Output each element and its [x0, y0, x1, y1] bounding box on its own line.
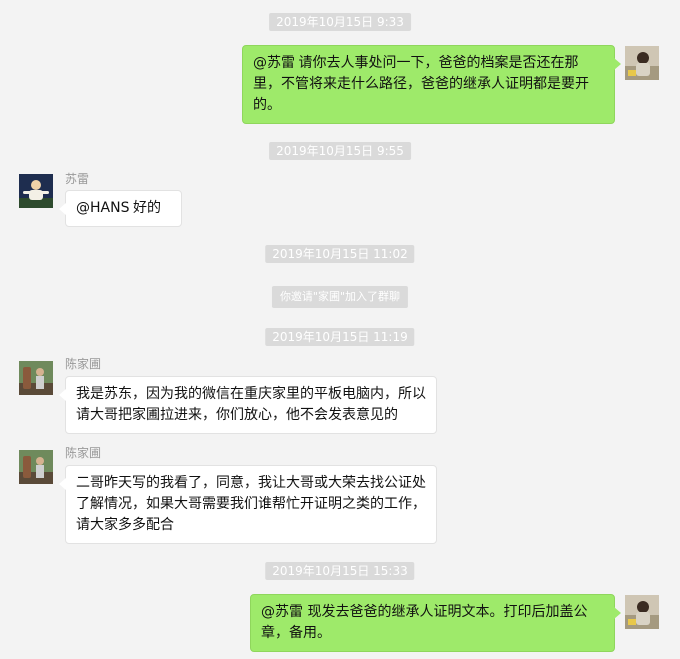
sender-name: 陈家圃	[65, 357, 102, 371]
message-bubble-outgoing[interactable]: @苏雷 请你去人事处问一下，爸爸的档案是否还在那里，不管将来走什么路径，爸爸的继…	[242, 45, 621, 124]
sender-avatar-sulei[interactable]	[19, 174, 53, 208]
message-bubble-incoming[interactable]: @HANS 好的	[59, 190, 182, 227]
timestamp: 2019年10月15日 15:33	[265, 562, 415, 580]
cartoon-figure-icon	[19, 174, 53, 208]
sender-avatar-chenjiapu[interactable]	[19, 361, 53, 395]
person-photo-icon	[625, 595, 659, 629]
my-avatar[interactable]	[625, 595, 659, 629]
sender-name: 陈家圃	[65, 446, 102, 460]
person-photo-icon	[19, 361, 53, 395]
message-bubble-outgoing[interactable]: @苏雷 现发去爸爸的继承人证明文本。打印后加盖公章，备用。	[250, 594, 621, 652]
timestamp: 2019年10月15日 9:55	[269, 142, 411, 160]
message-bubble-incoming[interactable]: 我是苏东，因为我的微信在重庆家里的平板电脑内，所以请大哥把家圃拉进来，你们放心，…	[59, 376, 437, 434]
my-avatar[interactable]	[625, 46, 659, 80]
person-photo-icon	[19, 450, 53, 484]
timestamp: 2019年10月15日 9:33	[269, 13, 411, 31]
timestamp: 2019年10月15日 11:19	[265, 328, 415, 346]
message-bubble-incoming[interactable]: 二哥昨天写的我看了，同意，我让大哥或大荣去找公证处了解情况，如果大哥需要我们谁帮…	[59, 465, 437, 544]
person-photo-icon	[625, 46, 659, 80]
system-notice: 你邀请"家圃"加入了群聊	[271, 286, 409, 308]
timestamp: 2019年10月15日 11:02	[265, 245, 415, 263]
sender-avatar-chenjiapu[interactable]	[19, 450, 53, 484]
sender-name: 苏雷	[65, 172, 90, 186]
